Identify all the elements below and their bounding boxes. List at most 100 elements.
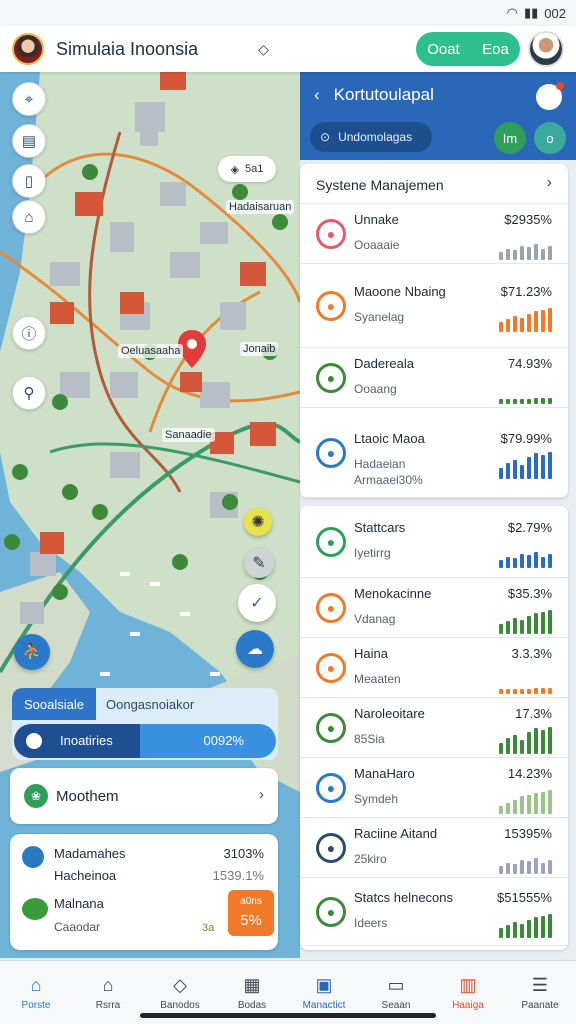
spark-bar — [527, 732, 531, 754]
spark-bar — [541, 916, 545, 938]
row-value: 17.3% — [515, 706, 552, 721]
info-icon[interactable]: ⓘ — [12, 316, 46, 350]
city-map[interactable]: ⌖ ▤ ▯ ⌂ ⓘ ⚲ ◈ 5a1 Hadaisaruan Oeluasaaha… — [0, 72, 300, 958]
locate-icon[interactable]: ⌖ — [12, 82, 46, 116]
list-row[interactable]: ● ManaHaro Symdeh 14.23% — [300, 758, 568, 818]
map-chip[interactable]: ◈ 5a1 — [218, 156, 276, 182]
spark-bar — [506, 463, 510, 479]
action-pill[interactable]: Ooat Eoa — [416, 32, 520, 66]
spark-bar — [534, 728, 538, 754]
layers-icon[interactable]: ▤ — [12, 124, 46, 158]
bookmark-icon[interactable]: ⌂ — [12, 200, 46, 234]
refresh-button[interactable]: o — [534, 122, 566, 154]
row-name: Maoone Nbaing — [354, 284, 446, 299]
spark-bar — [548, 610, 552, 634]
row-sparkbars — [499, 600, 552, 634]
spark-bar — [548, 860, 552, 874]
spark-bar — [506, 689, 510, 694]
row-sub2: Armaael30% — [354, 473, 423, 487]
list-row[interactable]: ● Maoone Nbaing Syanelag $71.23% — [300, 264, 568, 348]
progress-bar[interactable]: Inoatiries 0092% — [14, 724, 276, 758]
spark-bar — [506, 925, 510, 938]
list-row[interactable]: ● Haina Meaaten 3.3.3% — [300, 638, 568, 698]
stat-value-1: 3103% — [223, 846, 264, 861]
row-icon: ● — [316, 438, 346, 468]
list-row[interactable]: ● Unnake Ooaaaie $2935% — [300, 204, 568, 264]
filter-button[interactable]: Im — [494, 122, 526, 154]
app-logo — [12, 33, 44, 65]
edit-icon[interactable]: ✎ — [244, 548, 274, 578]
spark-bar — [506, 399, 510, 404]
progress-label: Inoatiries — [60, 733, 113, 748]
pill-label-2[interactable]: Eoa — [482, 41, 509, 58]
spark-bar — [499, 399, 503, 404]
spark-bar — [513, 864, 517, 874]
row-sparkbars — [499, 298, 552, 332]
list-row[interactable]: ● Statcs helnecons Ideers $51555% — [300, 878, 568, 946]
list-row[interactable]: ● Raciine Aitand 25kiro 15395% — [300, 818, 568, 878]
spark-bar — [513, 922, 517, 938]
row-name: Ltaoic Maoa — [354, 431, 425, 446]
spark-bar — [534, 552, 538, 568]
avatar[interactable] — [528, 31, 564, 67]
spark-bar — [534, 311, 538, 332]
list-row[interactable]: ● Dadereala Ooaang 74.93% — [300, 348, 568, 408]
spark-bar — [541, 310, 545, 332]
spark-bar — [513, 558, 517, 568]
spark-bar — [527, 555, 531, 568]
app-bar: Simulaia Inoonsia ◇ Ooat Eoa — [0, 26, 576, 72]
row-icon: ● — [316, 653, 346, 683]
spark-bar — [520, 740, 524, 754]
spark-bar — [527, 457, 531, 479]
row-sparkbars — [499, 370, 552, 404]
nav-menu[interactable]: ☰ Paanate — [504, 961, 576, 1024]
spark-bar — [548, 398, 552, 404]
filter-icon[interactable]: ⚲ — [12, 376, 46, 410]
list-row[interactable]: ● Ltaoic Maoa Hadaeian Armaael30% $79.99% — [300, 408, 568, 498]
map-label-1[interactable]: Hadaisaruan — [226, 200, 295, 214]
spark-bar — [506, 557, 510, 568]
pill-label-1[interactable]: Ooat — [427, 41, 460, 58]
nav-chart[interactable]: ▥ Haaiga — [432, 961, 504, 1024]
tab-inactive[interactable]: Oongasnoiakor — [96, 697, 204, 712]
nav-building[interactable]: ⌂ Rsrra — [72, 961, 144, 1024]
back-arrow-icon[interactable]: ‹ — [314, 85, 320, 105]
nav-home[interactable]: ⌂ Porste — [0, 961, 72, 1024]
section-header[interactable]: Systene Manajemen › — [300, 164, 568, 204]
spark-bar — [499, 928, 503, 938]
spark-bar — [513, 800, 517, 814]
stat-badge-left: 3a — [202, 922, 215, 934]
spark-bar — [548, 914, 552, 938]
row-name: Naroleoitare — [354, 706, 425, 721]
row-icon: ● — [316, 897, 346, 927]
check-icon[interactable]: ✓ — [238, 584, 276, 622]
sun-icon[interactable]: ✺ — [244, 508, 272, 536]
diamond-icon[interactable]: ◇ — [258, 41, 269, 58]
spark-bar — [541, 249, 545, 260]
map-label-3[interactable]: Jonaib — [240, 342, 279, 356]
spark-bar — [534, 244, 538, 260]
notification-icon[interactable] — [536, 82, 564, 110]
chat-icon[interactable]: ☁ — [236, 630, 274, 668]
spark-bar — [527, 689, 531, 694]
list-row[interactable]: ● Stattcars Iyetirrg $2.79% — [300, 506, 568, 578]
moothem-card[interactable]: ❀ Moothem › — [10, 768, 278, 824]
spark-bar — [527, 247, 531, 260]
tab-active[interactable]: Sooalsiale — [12, 688, 96, 720]
stat-name-1: Madamahes — [54, 846, 126, 861]
grid-icon: ▦ — [243, 974, 261, 995]
list-row[interactable]: ● Naroleoitare 85Sia 17.3% — [300, 698, 568, 758]
map-label-2[interactable]: Oeluasaaha — [118, 344, 184, 358]
row-sub: 85Sia — [354, 732, 385, 746]
list-row[interactable]: ● Menokacinne Vdanag $35.3% — [300, 578, 568, 638]
spark-bar — [499, 322, 503, 332]
spark-bar — [527, 616, 531, 634]
spark-bar — [513, 618, 517, 634]
row-value: $2935% — [504, 212, 552, 227]
search-input[interactable]: ⊙ Undomolagas — [310, 122, 432, 152]
person-icon[interactable]: ⛹ — [14, 634, 50, 670]
row-sub: Ideers — [354, 916, 388, 930]
document-icon[interactable]: ▯ — [12, 164, 46, 198]
stat-badge[interactable]: a0ns 5% — [228, 890, 274, 936]
map-label-4[interactable]: Sanaadie — [162, 428, 215, 442]
